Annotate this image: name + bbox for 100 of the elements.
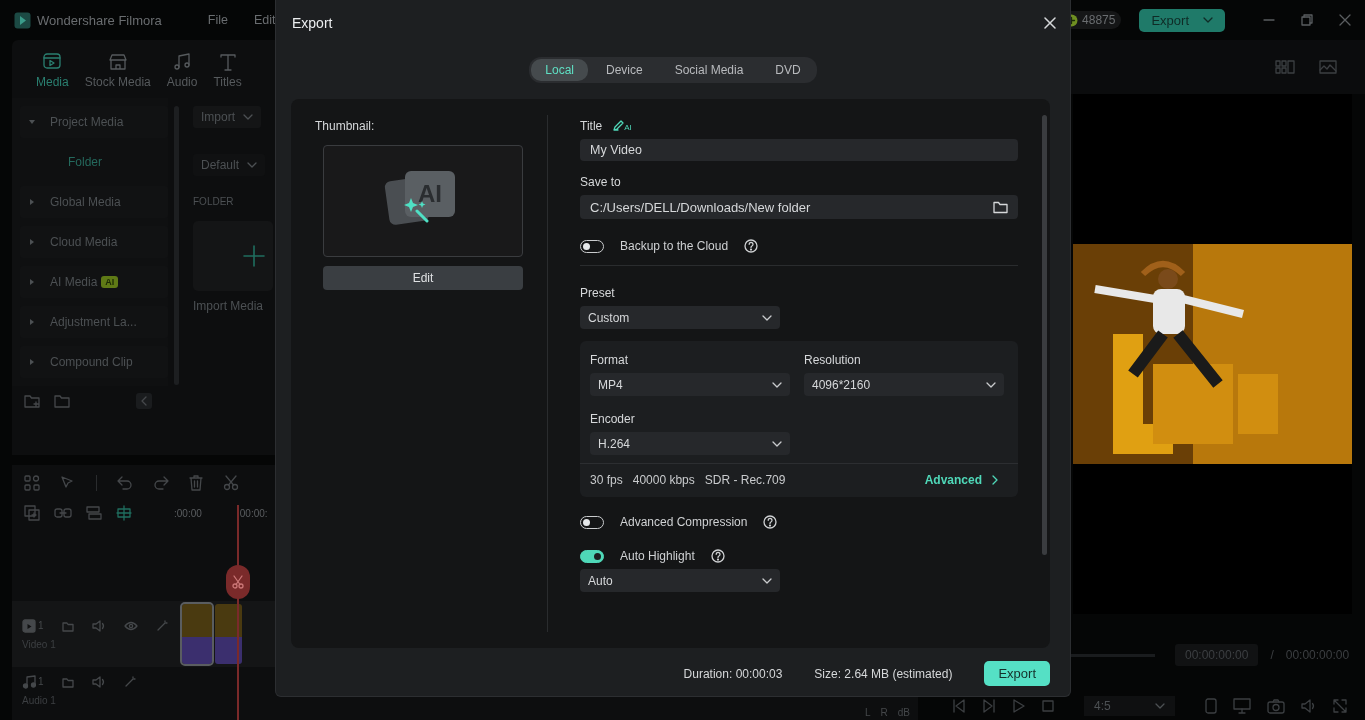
undo-icon[interactable]	[117, 476, 133, 490]
media-tab[interactable]: Media	[36, 52, 69, 98]
title-field[interactable]: My Video	[580, 139, 1018, 161]
aspect-ratio-dropdown[interactable]: 4:5	[1084, 696, 1175, 716]
split-track-icon[interactable]	[86, 505, 102, 521]
magic-wand-icon[interactable]	[123, 675, 136, 688]
redo-icon[interactable]	[153, 476, 169, 490]
export-button[interactable]: Export	[984, 661, 1050, 686]
field-label: Format	[590, 353, 629, 367]
add-track-icon[interactable]	[24, 505, 40, 521]
time-marker: 00:00:	[239, 507, 268, 519]
grid-icon[interactable]	[24, 475, 40, 491]
format-dropdown[interactable]: MP4	[590, 373, 790, 396]
speaker-icon[interactable]	[1300, 699, 1317, 713]
chevron-down-icon	[772, 381, 782, 388]
size-text: Size: 2.64 MB (estimated)	[814, 666, 953, 681]
fullscreen-icon[interactable]	[1332, 699, 1347, 713]
help-icon	[763, 515, 778, 529]
chevron-left-icon	[141, 396, 147, 406]
chevron-down-icon	[986, 381, 996, 388]
previous-frame-icon[interactable]	[952, 699, 966, 713]
split-button[interactable]	[226, 565, 250, 599]
field-label: Title	[580, 119, 603, 133]
sidebar-item[interactable]: Folder	[20, 146, 168, 178]
media-tab-icon	[42, 52, 63, 72]
chevron-down-icon	[247, 162, 258, 168]
export-tab[interactable]: Local	[531, 59, 588, 81]
phone-icon[interactable]	[1204, 698, 1217, 714]
toggle-label: Advanced Compression	[620, 515, 748, 529]
media-tab-icon	[217, 52, 238, 72]
folder-icon[interactable]	[993, 200, 1008, 214]
import-dropdown[interactable]: Import	[193, 106, 261, 128]
app-logo-icon	[14, 11, 31, 29]
plus-icon	[243, 245, 265, 267]
snap-icon[interactable]	[116, 505, 132, 521]
layout-grid-icon[interactable]	[1275, 60, 1295, 74]
speaker-icon[interactable]	[91, 675, 106, 688]
thumbnail-label: Thumbnail:	[315, 119, 376, 133]
caret-right-icon	[28, 358, 36, 366]
media-tab[interactable]: Audio	[166, 52, 198, 98]
caret-right-icon	[28, 318, 36, 326]
export-tab[interactable]: DVD	[761, 59, 815, 81]
field-label: Preset	[580, 286, 616, 300]
play-icon[interactable]	[1012, 699, 1026, 713]
chevron-down-icon	[762, 577, 772, 584]
link-icon[interactable]	[54, 506, 72, 520]
video-clip[interactable]	[182, 604, 212, 664]
edit-button[interactable]: Edit	[323, 266, 523, 290]
scissors-icon[interactable]	[223, 475, 239, 491]
media-tab-icon	[107, 52, 128, 72]
section-heading: FOLDER	[193, 196, 234, 207]
preset-dropdown[interactable]: Custom	[580, 306, 780, 329]
chevron-down-icon	[772, 440, 782, 447]
resolution-dropdown[interactable]: 4096*2160	[804, 373, 1004, 396]
menu-item[interactable]: File	[207, 13, 228, 27]
help-icon	[710, 549, 725, 563]
new-folder-icon[interactable]	[24, 393, 40, 409]
menu-item[interactable]: Edit	[253, 13, 276, 27]
toggle-label: Backup to the Cloud	[620, 239, 729, 253]
caret-right-icon	[28, 198, 36, 206]
collapse-button[interactable]	[136, 393, 152, 409]
channel-label: R	[880, 707, 888, 718]
magic-wand-icon[interactable]	[155, 619, 168, 632]
camera-icon[interactable]	[1266, 698, 1285, 714]
video-clip[interactable]	[215, 604, 242, 664]
restore-icon[interactable]	[1301, 14, 1313, 26]
video-track-icon	[22, 618, 36, 633]
monitor-icon[interactable]	[1232, 698, 1251, 714]
field-label: Save to	[580, 175, 622, 189]
media-tab[interactable]: Stock Media	[84, 52, 151, 98]
export-setting: SDR - Rec.709	[704, 473, 786, 487]
eye-icon[interactable]	[123, 620, 138, 631]
export-tab[interactable]: Social Media	[660, 59, 758, 81]
field-label: Resolution	[804, 353, 862, 367]
ai-write-button[interactable]: AI	[612, 120, 632, 132]
advanced-link[interactable]: Advanced	[924, 473, 998, 487]
toggle-switch[interactable]	[580, 549, 604, 563]
media-tab[interactable]: Titles	[213, 52, 242, 98]
duration-text: Duration: 00:00:03	[683, 666, 783, 681]
speaker-icon[interactable]	[91, 619, 106, 632]
time-separator: /	[1270, 648, 1274, 662]
ai-badge: AI	[101, 276, 119, 288]
image-icon[interactable]	[1319, 60, 1337, 74]
field-label: Encoder	[590, 412, 636, 426]
trash-icon[interactable]	[189, 475, 203, 491]
encoder-dropdown[interactable]: H.264	[590, 432, 790, 455]
export-setting: 40000 kbps	[632, 473, 695, 487]
music-note-icon	[22, 674, 36, 689]
next-frame-icon[interactable]	[982, 699, 996, 713]
export-tab[interactable]: Device	[591, 59, 657, 81]
meter-unit: dB	[897, 707, 910, 718]
stop-icon[interactable]	[1042, 700, 1054, 712]
import-media-label: Import Media	[193, 299, 264, 313]
help-icon	[744, 239, 759, 253]
app-title: Wondershare Filmora	[37, 12, 162, 28]
export-setting: 30 fps	[590, 473, 623, 487]
save-path-field[interactable]: C:/Users/DELL/Downloads/New folder	[580, 195, 1018, 219]
highlight-dropdown[interactable]: Auto	[580, 569, 780, 592]
caret-down-icon	[28, 118, 36, 126]
export-button[interactable]: Export	[1139, 8, 1225, 32]
